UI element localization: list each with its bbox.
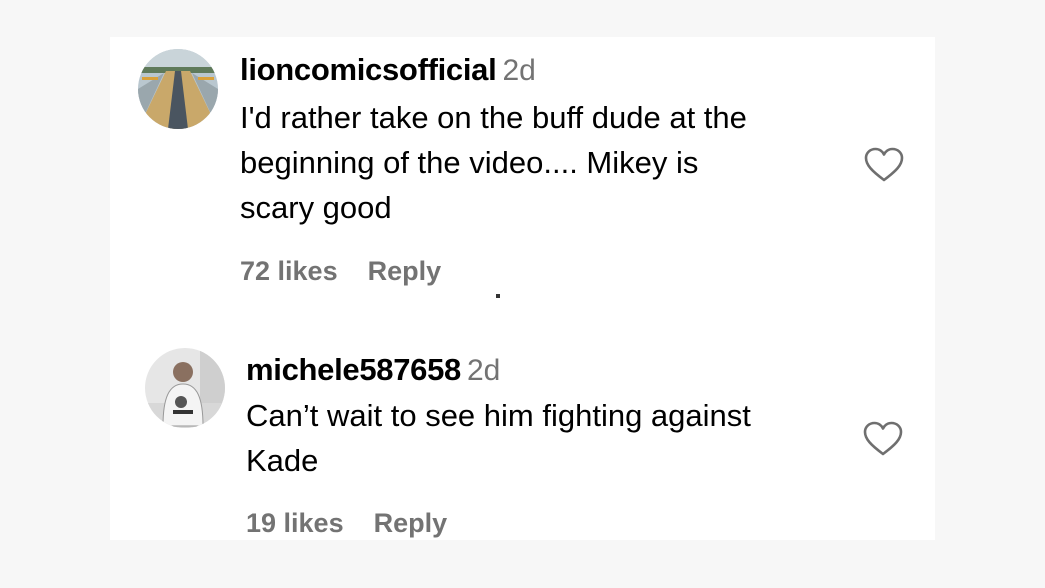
likes-count[interactable]: 72 likes — [240, 256, 338, 286]
avatar[interactable] — [138, 49, 218, 129]
username[interactable]: lioncomicsofficial — [240, 52, 497, 87]
comment-text: Can’t wait to see him fighting against K… — [246, 398, 751, 478]
likes-count[interactable]: 19 likes — [246, 508, 344, 538]
heart-icon[interactable] — [864, 147, 904, 183]
reply-button[interactable]: Reply — [374, 508, 448, 538]
comment-meta: 72 likes Reply — [240, 256, 441, 287]
username[interactable]: michele587658 — [246, 352, 461, 387]
person-photo-icon — [145, 348, 225, 428]
comment-header: michele587658 2d — [246, 352, 500, 388]
comment-header: lioncomicsofficial 2d — [240, 52, 536, 88]
timestamp: 2d — [502, 54, 536, 87]
avatar[interactable] — [145, 348, 225, 428]
separator-dot — [496, 294, 500, 298]
reply-button[interactable]: Reply — [368, 256, 442, 286]
timestamp: 2d — [467, 354, 501, 387]
comment-text: I'd rather take on the buff dude at the … — [240, 100, 747, 225]
heart-icon[interactable] — [863, 421, 903, 457]
comment-meta: 19 likes Reply — [246, 508, 447, 539]
road-photo-icon — [138, 49, 218, 129]
